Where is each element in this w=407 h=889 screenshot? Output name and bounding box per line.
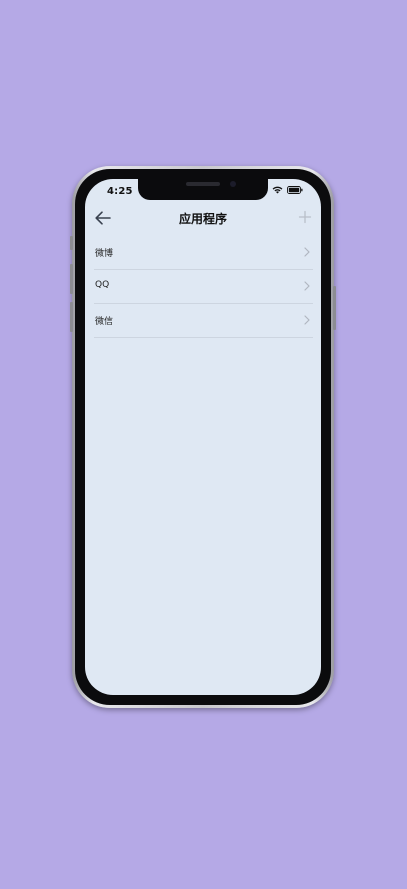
list-item-qq[interactable]: QQ bbox=[94, 270, 313, 304]
earpiece-speaker bbox=[186, 182, 220, 186]
mute-switch bbox=[70, 236, 73, 250]
add-button[interactable] bbox=[297, 209, 313, 225]
chevron-right-icon bbox=[304, 315, 310, 325]
page-title: 应用程序 bbox=[178, 212, 227, 226]
list-item-wechat[interactable]: 微信 bbox=[94, 304, 313, 338]
status-icons bbox=[272, 186, 303, 194]
list-item-label: 微信 bbox=[95, 317, 114, 327]
page-background: 4:25 应用程序 微博 QQ 微信 bbox=[0, 0, 407, 889]
battery-icon bbox=[287, 186, 303, 194]
volume-down-button bbox=[70, 302, 73, 332]
navigation-bar: 应用程序 bbox=[85, 205, 321, 231]
wifi-icon bbox=[272, 186, 283, 194]
notch bbox=[138, 179, 268, 200]
list-item-label: 微博 bbox=[95, 249, 114, 259]
front-camera bbox=[230, 181, 236, 187]
volume-up-button bbox=[70, 264, 73, 294]
status-time: 4:25 bbox=[107, 186, 133, 197]
app-list: 微博 QQ 微信 bbox=[85, 236, 321, 338]
power-button bbox=[333, 286, 336, 330]
chevron-right-icon bbox=[304, 281, 310, 291]
phone-frame: 4:25 应用程序 微博 QQ 微信 bbox=[70, 166, 336, 708]
list-item-weibo[interactable]: 微博 bbox=[94, 236, 313, 270]
list-item-label: QQ bbox=[95, 280, 110, 290]
plus-icon bbox=[298, 210, 312, 224]
phone-screen: 4:25 应用程序 微博 QQ 微信 bbox=[85, 179, 321, 695]
chevron-right-icon bbox=[304, 247, 310, 257]
